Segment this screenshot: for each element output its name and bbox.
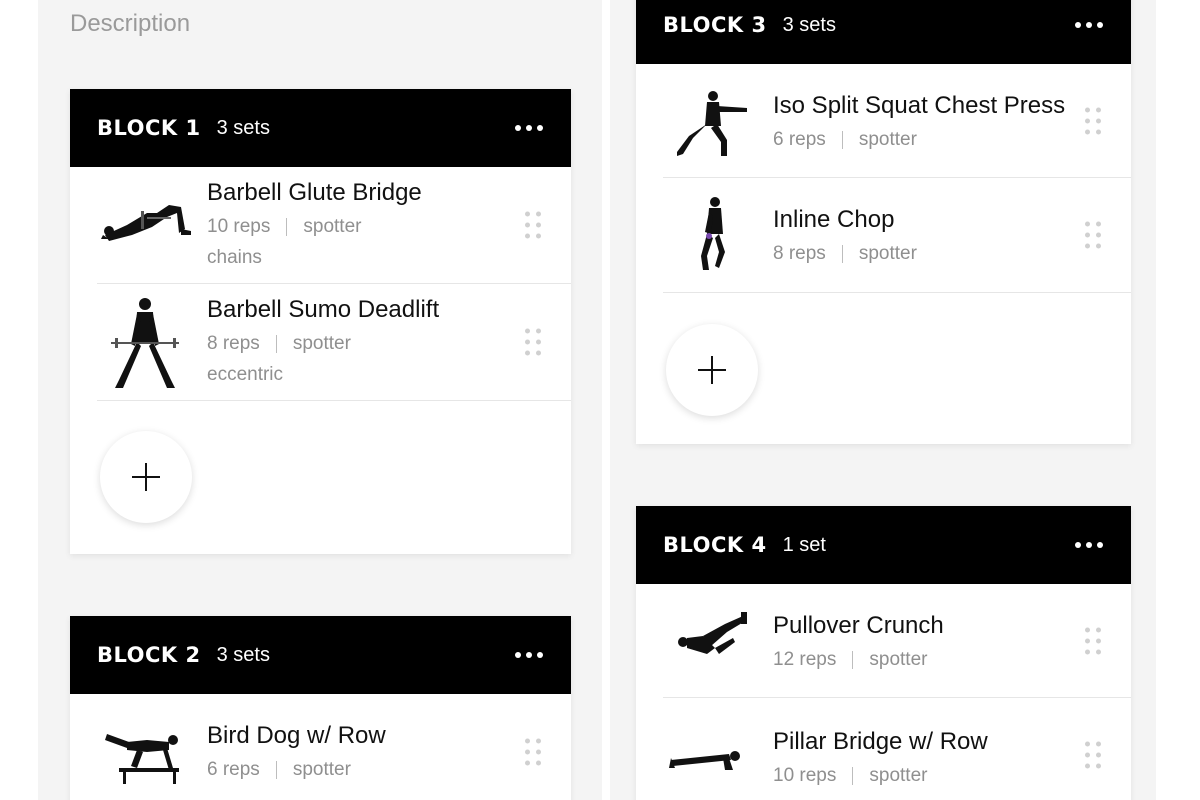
exercise-reps: 10 reps xyxy=(207,216,271,237)
block-sets-count: 3 sets xyxy=(216,116,270,139)
exercise-name: Iso Split Squat Chest Press xyxy=(773,92,1066,119)
plus-icon xyxy=(698,356,726,384)
exercise-row[interactable]: Inline Chop 8 reps spotter xyxy=(663,178,1131,293)
drag-handle-icon[interactable] xyxy=(1083,220,1103,251)
drag-handle-icon[interactable] xyxy=(523,327,543,358)
meta-divider xyxy=(275,335,277,353)
bird-dog-figure-icon xyxy=(97,694,207,800)
sumo-deadlift-figure-icon xyxy=(97,284,207,400)
drag-handle-icon[interactable] xyxy=(1083,739,1103,770)
exercise-reps: 8 reps xyxy=(207,333,260,354)
exercise-row[interactable]: Iso Split Squat Chest Press 6 reps spott… xyxy=(663,64,1131,178)
exercise-row[interactable]: Pullover Crunch 12 reps spotter xyxy=(663,584,1131,698)
meta-divider xyxy=(275,761,277,779)
more-dots-icon[interactable] xyxy=(509,646,549,664)
meta-divider xyxy=(841,131,843,149)
exercise-reps: 12 reps xyxy=(773,649,837,670)
exercise-reps: 6 reps xyxy=(773,129,826,150)
meta-divider xyxy=(841,245,843,263)
split-squat-figure-icon xyxy=(663,64,773,177)
block-header: BLOCK 3 3 sets xyxy=(636,0,1131,64)
more-dots-icon[interactable] xyxy=(1069,536,1109,554)
block-sets-count: 1 set xyxy=(782,533,826,556)
block-card-2: BLOCK 2 3 sets Bird Dog w/ Row 6 reps sp… xyxy=(70,616,571,800)
exercise-row[interactable]: Bird Dog w/ Row 6 reps spotter xyxy=(97,694,571,800)
exercise-meta: 8 reps spotter xyxy=(207,333,571,355)
block-title: BLOCK 3 xyxy=(663,13,767,37)
block-title: BLOCK 1 xyxy=(97,116,201,140)
exercise-meta: 6 reps spotter xyxy=(207,759,571,781)
exercise-tag: spotter xyxy=(292,759,351,780)
block-card-4: BLOCK 4 1 set Pullover Crunch 12 reps sp… xyxy=(636,506,1131,800)
exercise-meta: 10 reps spotter xyxy=(773,765,1131,787)
plus-icon xyxy=(132,463,160,491)
description-label: Description xyxy=(70,10,191,37)
meta-divider xyxy=(852,651,854,669)
drag-handle-icon[interactable] xyxy=(523,210,543,241)
glute-bridge-figure-icon xyxy=(97,167,207,283)
exercise-tag: spotter xyxy=(303,216,362,237)
pullover-crunch-figure-icon xyxy=(663,584,773,697)
exercise-meta: 10 reps spotter xyxy=(207,216,571,238)
exercise-name: Inline Chop xyxy=(773,206,895,233)
exercise-row[interactable]: Barbell Glute Bridge 10 reps spotter cha… xyxy=(97,167,571,284)
exercise-name: Pillar Bridge w/ Row xyxy=(773,728,988,755)
exercise-extra: chains xyxy=(207,247,262,268)
exercise-reps: 8 reps xyxy=(773,243,826,264)
exercise-row[interactable]: Barbell Sumo Deadlift 8 reps spotter ecc… xyxy=(97,284,571,401)
exercise-tag: spotter xyxy=(292,333,351,354)
exercise-reps: 6 reps xyxy=(207,759,260,780)
exercise-tag: spotter xyxy=(858,243,917,264)
exercise-tag: spotter xyxy=(869,765,928,786)
exercise-tag: spotter xyxy=(869,649,928,670)
add-exercise-button[interactable] xyxy=(100,431,192,523)
block-header: BLOCK 4 1 set xyxy=(636,506,1131,584)
exercise-meta: 12 reps spotter xyxy=(773,649,1131,671)
block-title: BLOCK 4 xyxy=(663,533,767,557)
exercise-row[interactable]: Pillar Bridge w/ Row 10 reps spotter xyxy=(663,698,1131,800)
exercise-name: Pullover Crunch xyxy=(773,612,944,639)
block-header: BLOCK 1 3 sets xyxy=(70,89,571,167)
exercise-tag: spotter xyxy=(858,129,917,150)
block-card-1: BLOCK 1 3 sets Barbell Glute Bridge 10 r… xyxy=(70,89,571,554)
more-dots-icon[interactable] xyxy=(509,119,549,137)
exercise-name: Bird Dog w/ Row xyxy=(207,722,386,749)
exercise-meta: 8 reps spotter xyxy=(773,243,1131,265)
add-exercise-button[interactable] xyxy=(666,324,758,416)
block-sets-count: 3 sets xyxy=(782,13,836,36)
exercise-reps: 10 reps xyxy=(773,765,837,786)
block-card-3: BLOCK 3 3 sets Iso Split Squat Chest Pre… xyxy=(636,0,1131,444)
exercise-name: Barbell Glute Bridge xyxy=(207,179,422,206)
exercise-extra: eccentric xyxy=(207,364,284,385)
drag-handle-icon[interactable] xyxy=(523,737,543,768)
meta-divider xyxy=(852,767,854,785)
drag-handle-icon[interactable] xyxy=(1083,105,1103,136)
block-header: BLOCK 2 3 sets xyxy=(70,616,571,694)
meta-divider xyxy=(286,218,288,236)
exercise-meta: 6 reps spotter xyxy=(773,129,1131,151)
pillar-bridge-figure-icon xyxy=(663,698,773,800)
more-dots-icon[interactable] xyxy=(1069,16,1109,34)
block-sets-count: 3 sets xyxy=(216,643,270,666)
exercise-name: Barbell Sumo Deadlift xyxy=(207,296,440,323)
drag-handle-icon[interactable] xyxy=(1083,625,1103,656)
inline-chop-figure-icon xyxy=(663,178,773,292)
block-title: BLOCK 2 xyxy=(97,643,201,667)
